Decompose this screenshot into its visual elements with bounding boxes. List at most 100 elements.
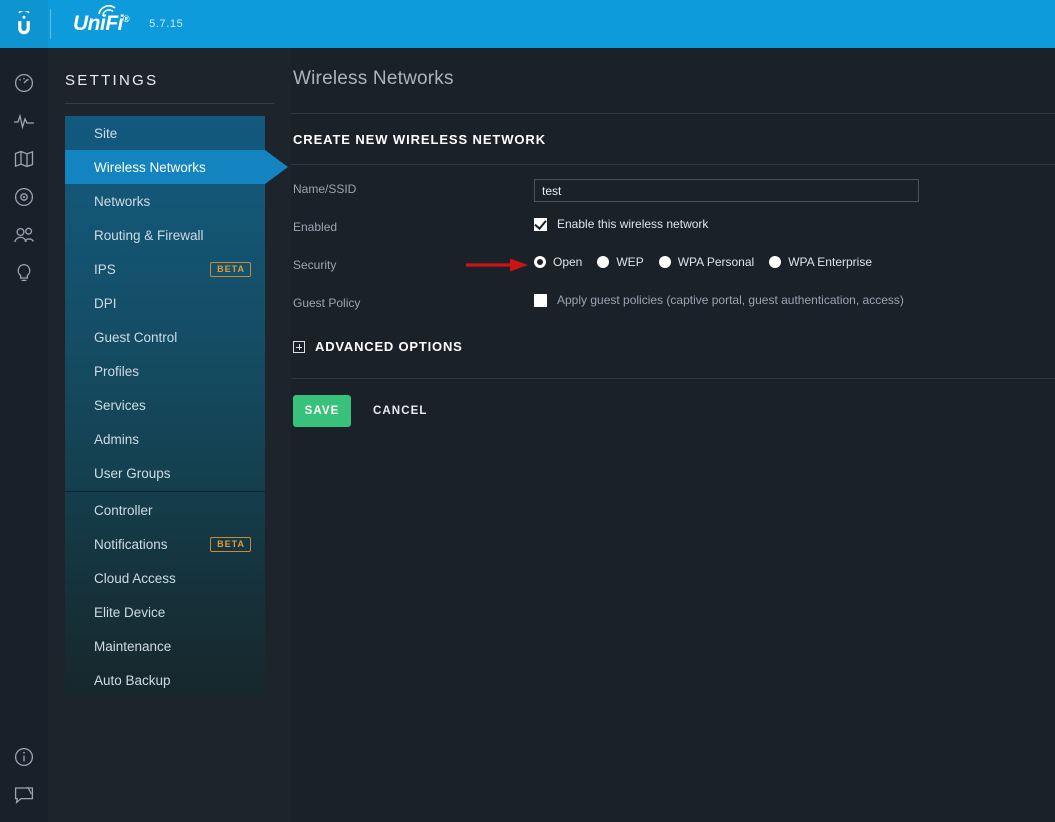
form-row-name: Name/SSID [291,165,1055,203]
rail-item-dashboard[interactable] [0,66,48,104]
sidebar-item-label: Profiles [94,364,139,379]
map-icon [14,150,34,173]
rail-item-info[interactable] [0,740,48,778]
sidebar-item-elite-device[interactable]: Elite Device [65,595,265,629]
sidebar-item-user-groups[interactable]: User Groups [65,456,265,490]
sidebar-item-label: DPI [94,296,117,311]
sidebar-item-label: User Groups [94,466,171,481]
sidebar-item-cloud-access[interactable]: Cloud Access [65,561,265,595]
sidebar-item-label: Site [94,126,117,141]
advanced-options-toggle[interactable]: ADVANCED OPTIONS [291,317,1055,354]
security-option-open[interactable]: Open [534,255,582,269]
sidebar-item-services[interactable]: Services [65,388,265,422]
registered-mark: ® [123,14,129,24]
wifi-arc-icon [98,5,118,17]
form-row-enabled: Enabled Enable this wireless network [291,203,1055,241]
sidebar-item-label: Admins [94,432,139,447]
plus-square-icon [293,341,305,353]
settings-menu-list: Site Wireless Networks Networks Routing … [65,116,265,697]
sidebar-item-label: Services [94,398,146,413]
enabled-checkbox-group[interactable]: Enable this wireless network [534,217,708,231]
enabled-label: Enabled [291,217,534,234]
radio-open-label: Open [553,255,582,269]
cancel-button[interactable]: CANCEL [373,405,428,417]
sidebar-item-label: Guest Control [94,330,177,345]
dashboard-gauge-icon [14,73,34,98]
sidebar-item-profiles[interactable]: Profiles [65,354,265,388]
sidebar-item-networks[interactable]: Networks [65,184,265,218]
sidebar-item-label: Networks [94,194,150,209]
sidebar-item-label: Auto Backup [94,673,171,688]
security-radio-group[interactable]: Open WEP WPA Personal WPA Enterprise [534,255,887,269]
sidebar-item-admins[interactable]: Admins [65,422,265,456]
security-option-wpa-enterprise[interactable]: WPA Enterprise [769,255,872,269]
sidebar-item-label: Maintenance [94,639,171,654]
radio-wpa-enterprise[interactable] [769,256,781,268]
rail-item-clients[interactable] [0,218,48,256]
sidebar-group-divider [65,491,265,492]
rail-item-insights[interactable] [0,256,48,294]
advanced-options-label: ADVANCED OPTIONS [315,339,463,354]
settings-panel-title: SETTINGS [48,48,291,89]
section-title: CREATE NEW WIRELESS NETWORK [291,114,1055,147]
sidebar-item-label: Wireless Networks [94,160,206,175]
guest-policy-checkbox[interactable] [534,294,547,307]
sidebar-item-routing-firewall[interactable]: Routing & Firewall [65,218,265,252]
sidebar-item-wireless-networks[interactable]: Wireless Networks [65,150,265,184]
top-bar: UniFi® 5.7.15 [0,0,1055,48]
sidebar-item-label: Notifications [94,537,168,552]
rail-item-devices[interactable] [0,180,48,218]
topbar-divider [50,9,51,39]
sidebar-item-label: Controller [94,503,153,518]
form-row-guest-policy: Guest Policy Apply guest policies (capti… [291,279,1055,317]
enable-network-checkbox-label: Enable this wireless network [557,217,708,231]
radio-wep[interactable] [597,256,609,268]
enable-network-checkbox[interactable] [534,218,547,231]
ssid-input[interactable] [534,179,919,202]
settings-sidebar: SETTINGS Site Wireless Networks Networks… [48,48,291,822]
main-content: Wireless Networks CREATE NEW WIRELESS NE… [291,48,1055,822]
sidebar-item-label: Elite Device [94,605,165,620]
beta-badge: BETA [210,537,251,552]
form-row-security: Security Open WEP WPA Personal WPA Enter… [291,241,1055,279]
rail-item-feedback[interactable] [0,778,48,816]
guest-policy-checkbox-label: Apply guest policies (captive portal, gu… [557,293,904,307]
radio-open[interactable] [534,256,546,268]
rail-item-statistics[interactable] [0,104,48,142]
sidebar-item-label: Cloud Access [94,571,176,586]
save-button[interactable]: SAVE [293,395,351,427]
guest-policy-label: Guest Policy [291,293,534,310]
sidebar-item-site[interactable]: Site [65,116,265,150]
ubiquiti-logo-button[interactable] [0,0,48,48]
statistics-pulse-icon [13,112,35,135]
sidebar-item-ips[interactable]: IPS BETA [65,252,265,286]
sidebar-item-maintenance[interactable]: Maintenance [65,629,265,663]
radio-wpa-personal-label: WPA Personal [678,255,754,269]
red-arrow-right-icon [466,257,530,273]
devices-target-icon [14,187,34,212]
ubiquiti-u-logo-icon [15,11,33,37]
security-option-wep[interactable]: WEP [597,255,643,269]
rail-item-map[interactable] [0,142,48,180]
unifi-wordmark: UniFi® [73,12,129,36]
radio-wpa-personal[interactable] [659,256,671,268]
info-circle-icon [14,747,34,772]
sidebar-item-dpi[interactable]: DPI [65,286,265,320]
guest-policy-checkbox-group[interactable]: Apply guest policies (captive portal, gu… [534,293,904,307]
sidebar-item-notifications[interactable]: Notifications BETA [65,527,265,561]
insights-lightbulb-icon [15,263,33,288]
radio-wep-label: WEP [616,255,643,269]
sidebar-item-controller[interactable]: Controller [65,493,265,527]
sidebar-item-auto-backup[interactable]: Auto Backup [65,663,265,697]
security-option-wpa-personal[interactable]: WPA Personal [659,255,754,269]
left-icon-rail [0,48,48,822]
selected-caret-icon [265,150,288,184]
chat-feedback-icon [14,786,34,809]
sidebar-item-guest-control[interactable]: Guest Control [65,320,265,354]
name-label: Name/SSID [291,179,534,196]
clients-people-icon [13,226,35,249]
sidebar-item-label: IPS [94,262,116,277]
form-actions: SAVE CANCEL [291,379,1055,427]
settings-title-divider [65,103,274,104]
beta-badge: BETA [210,262,251,277]
